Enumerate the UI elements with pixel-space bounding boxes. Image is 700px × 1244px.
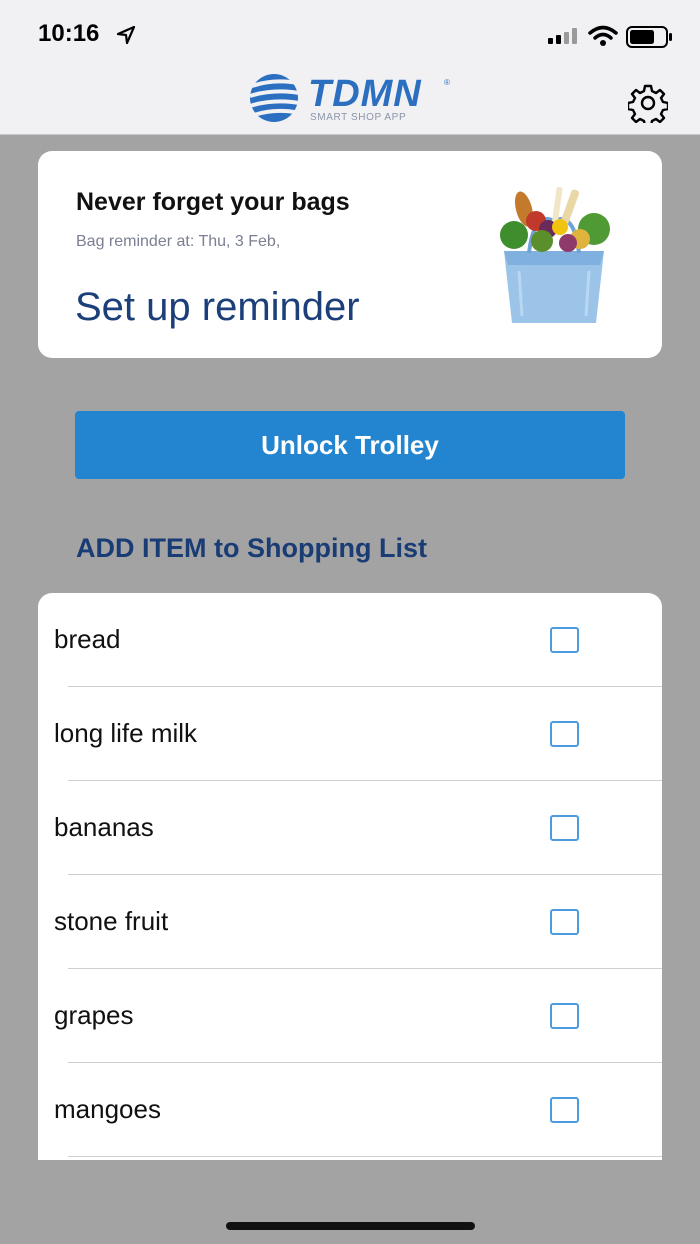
location-arrow-icon <box>116 25 136 50</box>
item-checkbox[interactable] <box>550 815 579 841</box>
top-bar: 10:16 TDMN ® SMART SHOP APP <box>0 0 700 135</box>
item-checkbox[interactable] <box>550 721 579 747</box>
reminder-title: Never forget your bags <box>76 188 350 216</box>
globe-logo-icon <box>249 74 304 122</box>
status-time: 10:16 <box>38 20 100 47</box>
add-item-link[interactable]: ADD ITEM to Shopping List <box>76 533 427 564</box>
item-checkbox[interactable] <box>550 627 579 653</box>
set-up-reminder-link[interactable]: Set up reminder <box>75 285 360 330</box>
list-item[interactable]: stone fruit <box>38 875 662 969</box>
list-item[interactable]: mangoes <box>38 1063 662 1157</box>
logo-subtitle: SMART SHOP APP <box>310 112 407 123</box>
bag-reminder-card[interactable]: Never forget your bags Bag reminder at: … <box>38 151 662 358</box>
list-item-label: bread <box>54 624 121 654</box>
list-item[interactable]: long life milk <box>38 687 662 781</box>
list-item-label: mangoes <box>54 1094 161 1124</box>
settings-button[interactable] <box>626 83 670 128</box>
list-item-label: long life milk <box>54 718 198 748</box>
logo-wordmark: TDMN <box>308 73 422 115</box>
battery-icon <box>626 26 674 53</box>
shopping-list: bread long life milk bananas stone fruit… <box>38 593 662 1160</box>
list-item[interactable]: bananas <box>38 781 662 875</box>
gear-icon <box>626 84 670 128</box>
row-divider <box>68 1155 662 1157</box>
item-checkbox[interactable] <box>550 1003 579 1029</box>
cellular-signal-icon <box>548 28 580 49</box>
reminder-subtitle: Bag reminder at: Thu, 3 Feb, <box>76 233 281 250</box>
home-indicator[interactable] <box>226 1222 475 1230</box>
list-item-label: bananas <box>54 812 154 842</box>
item-checkbox[interactable] <box>550 909 579 935</box>
wifi-icon <box>588 25 618 52</box>
unlock-trolley-button[interactable]: Unlock Trolley <box>75 411 625 479</box>
list-item-label: grapes <box>54 1000 134 1030</box>
app-logo: TDMN ® SMART SHOP APP <box>248 72 452 124</box>
grocery-bag-image <box>500 187 610 323</box>
list-item-label: stone fruit <box>54 906 169 936</box>
list-item[interactable]: grapes <box>38 969 662 1063</box>
item-checkbox[interactable] <box>550 1097 579 1123</box>
logo-registered-mark: ® <box>444 78 450 87</box>
list-item[interactable]: bread <box>38 593 662 687</box>
